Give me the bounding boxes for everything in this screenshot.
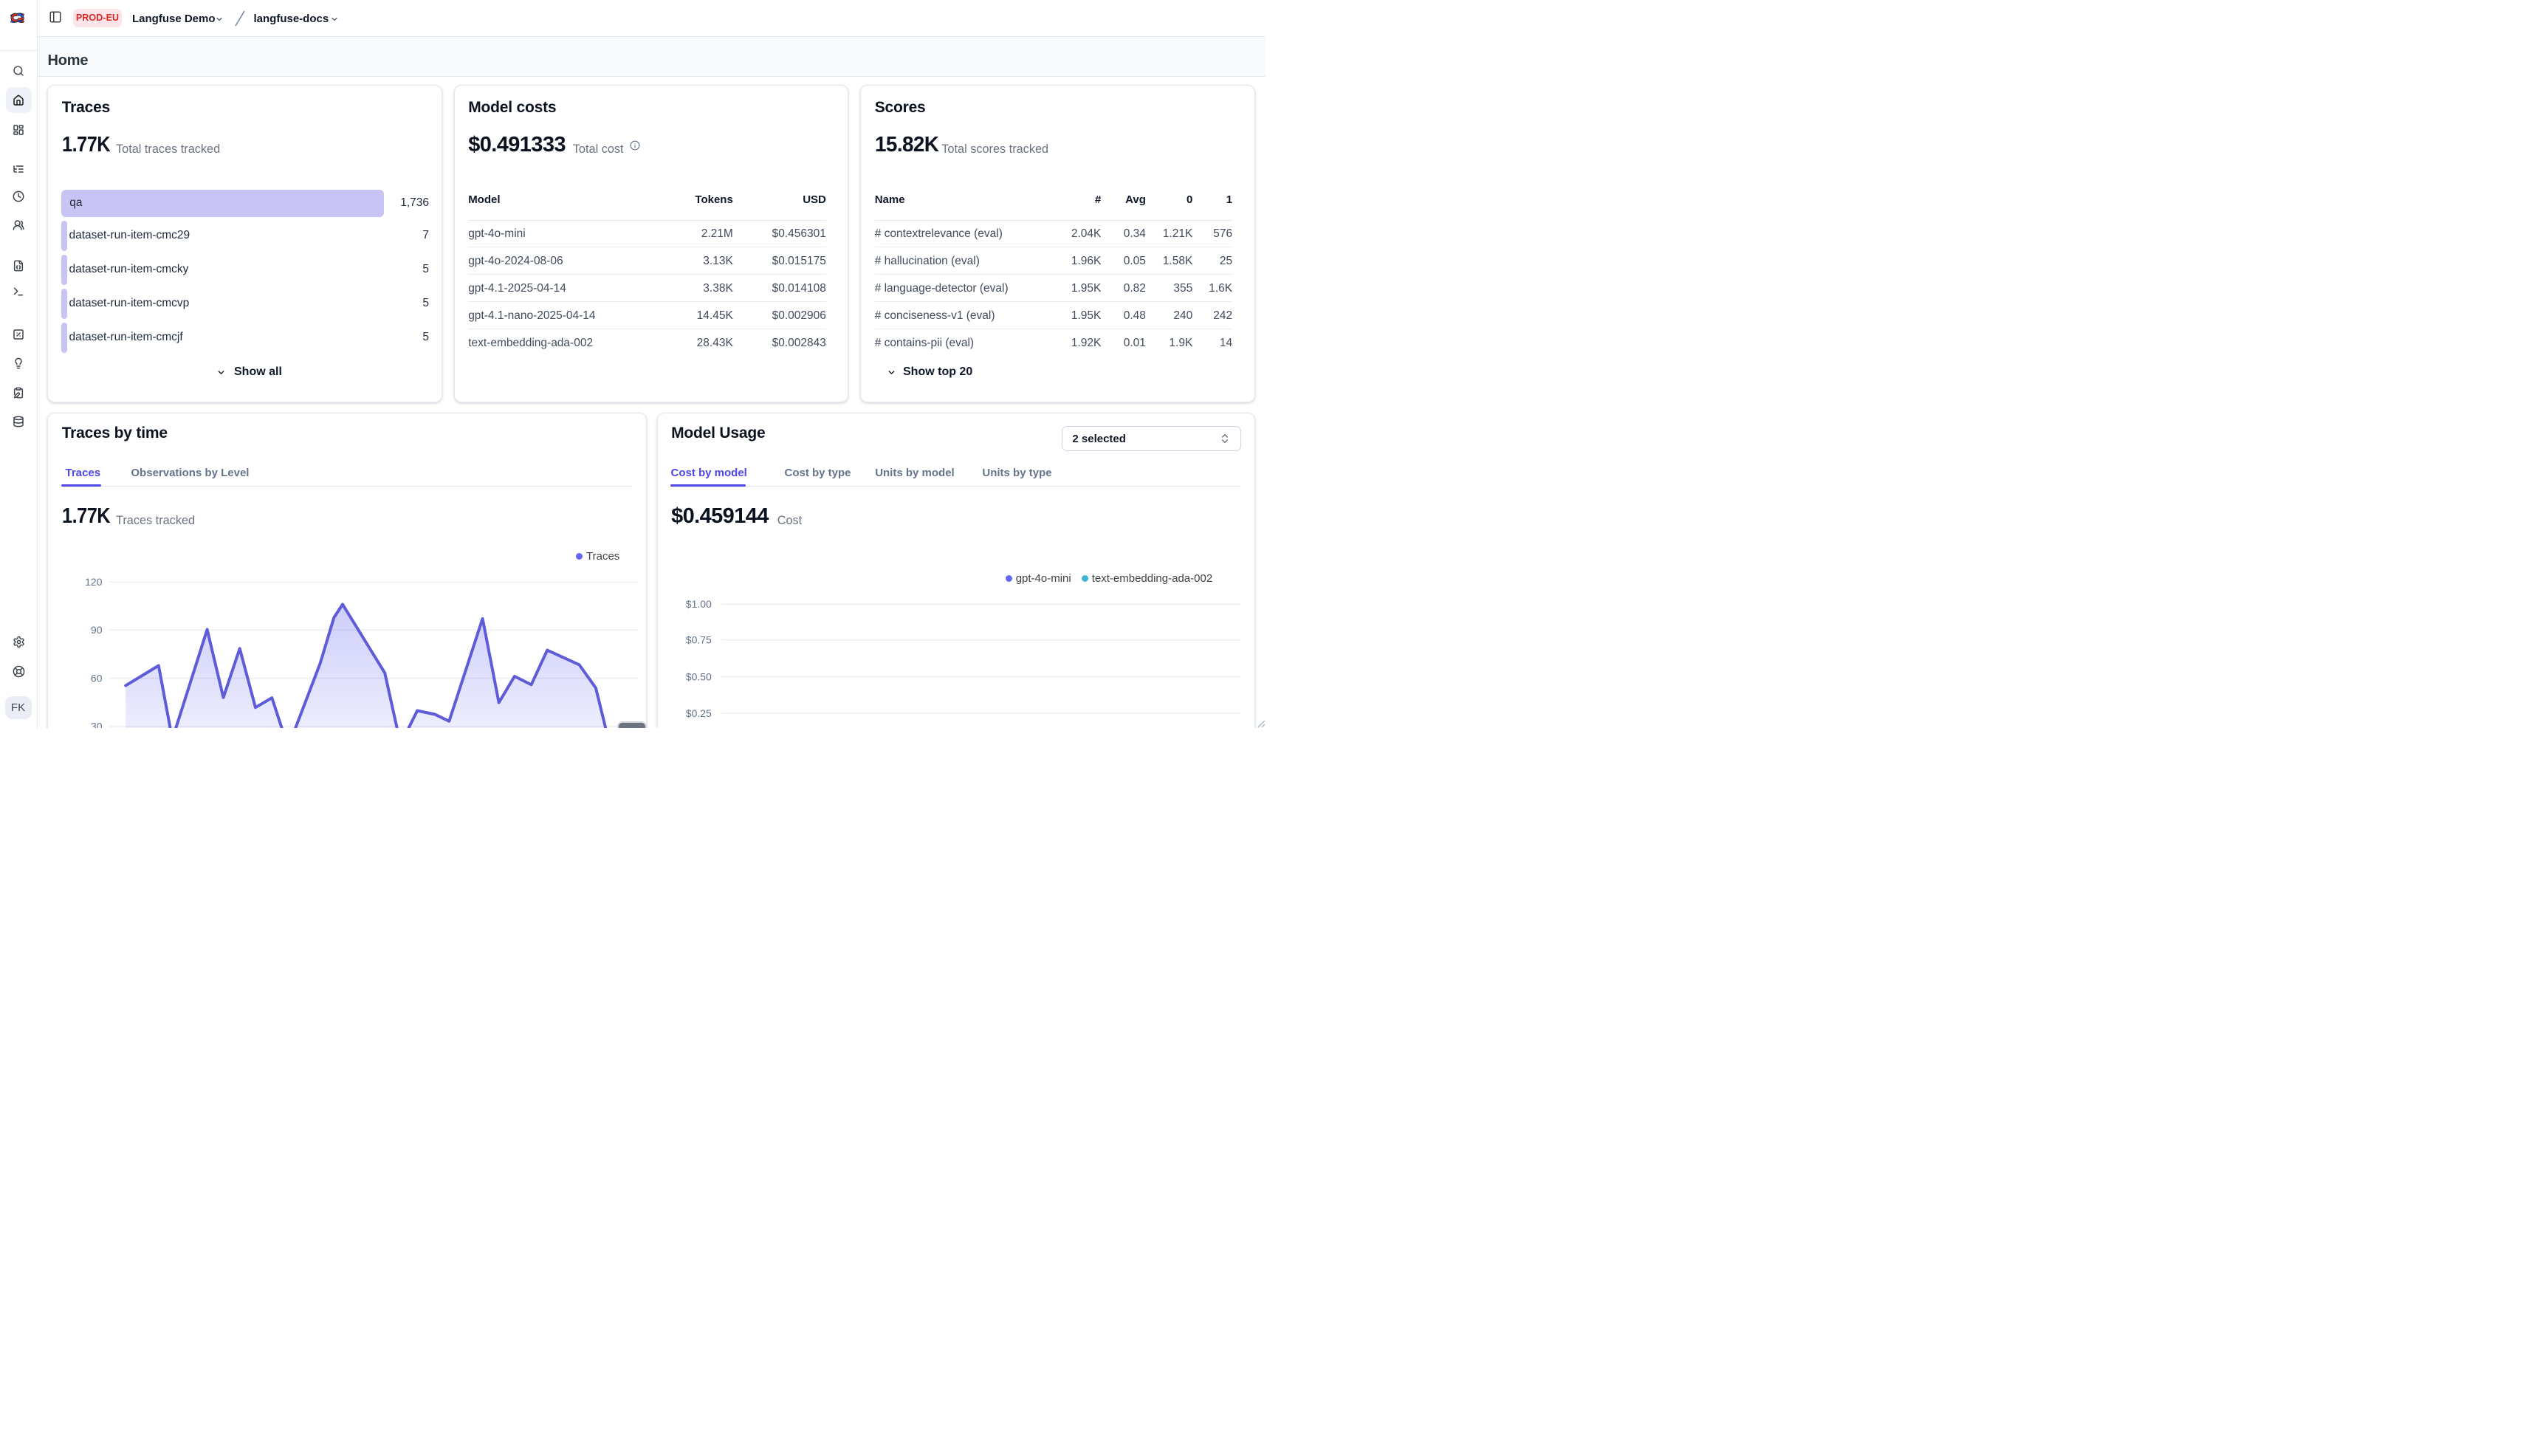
svg-text:30: 30: [91, 720, 103, 728]
svg-text:$1.00: $1.00: [686, 598, 712, 610]
svg-text:$0.25: $0.25: [686, 707, 712, 719]
svg-text:$0.50: $0.50: [686, 670, 712, 682]
svg-text:$0.75: $0.75: [686, 633, 712, 645]
svg-text:90: 90: [91, 624, 103, 636]
svg-text:60: 60: [91, 672, 103, 684]
svg-text:120: 120: [86, 576, 103, 588]
